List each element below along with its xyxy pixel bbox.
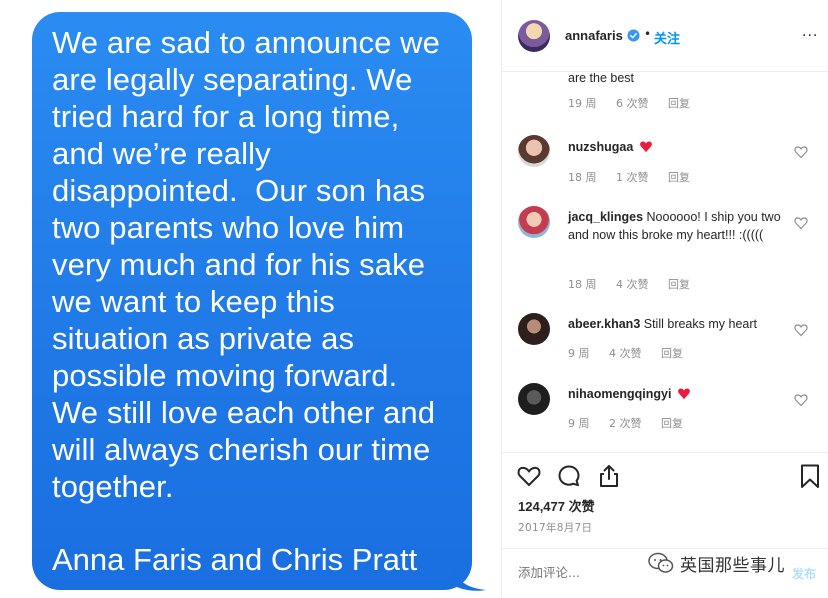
heart-emoji-icon: [678, 388, 690, 400]
reply-button[interactable]: 回复: [668, 171, 690, 184]
comment-meta: 9 周 4 次赞 回复: [568, 345, 699, 361]
avatar[interactable]: [518, 383, 550, 415]
comment-text: nihaomengqingyi: [568, 385, 783, 403]
comment-username[interactable]: nihaomengqingyi: [568, 387, 671, 401]
reply-button[interactable]: 回复: [668, 278, 690, 291]
watermark-text: 英国那些事儿: [680, 555, 785, 576]
wechat-icon: [648, 552, 674, 573]
post-date: 2017年8月7日: [518, 522, 593, 534]
bookmark-icon[interactable]: [797, 463, 823, 489]
comment-icon[interactable]: [556, 463, 582, 489]
comment-likes[interactable]: 4 次赞: [609, 347, 642, 360]
watermark: 英国那些事儿: [648, 549, 785, 577]
avatar[interactable]: [518, 135, 550, 167]
post-image: We are sad to announce we are legally se…: [0, 0, 501, 598]
comment-text: are the best: [568, 73, 635, 85]
comment-likes[interactable]: 6 次赞: [616, 97, 649, 110]
like-comment-icon[interactable]: [794, 393, 808, 407]
like-comment-icon[interactable]: [794, 145, 808, 159]
heart-outline-icon[interactable]: [516, 463, 542, 489]
post-header: annafaris • 关注 ···: [502, 0, 828, 72]
comment-likes[interactable]: 2 次赞: [609, 417, 642, 430]
comment-meta: 18 周 4 次赞 回复: [568, 276, 706, 292]
like-comment-icon[interactable]: [794, 323, 808, 337]
avatar[interactable]: [518, 20, 550, 52]
message-signature: Anna Faris and Chris Pratt: [52, 542, 418, 577]
comment-age: 18 周: [568, 278, 597, 291]
comment-meta: 18 周 1 次赞 回复: [568, 169, 706, 185]
comment-username[interactable]: nuzshugaa: [568, 140, 633, 154]
like-count[interactable]: 124,477 次赞: [518, 496, 595, 515]
comment-meta: 9 周 2 次赞 回复: [568, 415, 699, 431]
avatar[interactable]: [518, 313, 550, 345]
comments-list: are the best 19 周 6 次赞 回复 nuzshugaa 18 周…: [502, 73, 828, 451]
comment-age: 9 周: [568, 347, 590, 360]
follow-button[interactable]: 关注: [654, 28, 680, 47]
comment-age: 18 周: [568, 171, 597, 184]
comment-username[interactable]: abeer.khan3: [568, 317, 640, 331]
comment-text: nuzshugaa: [568, 138, 783, 156]
author-username[interactable]: annafaris: [565, 28, 623, 43]
comment-age: 19 周: [568, 97, 597, 110]
avatar[interactable]: [518, 206, 550, 238]
verified-badge-icon: [627, 29, 640, 42]
separator: •: [644, 27, 652, 41]
post-comment-button[interactable]: 发布: [792, 565, 816, 582]
post-sidebar: annafaris • 关注 ··· are the best 19 周 6 次…: [501, 0, 828, 598]
message-text: We are sad to announce we are legally se…: [52, 25, 440, 504]
comment-likes[interactable]: 1 次赞: [616, 171, 649, 184]
reply-button[interactable]: 回复: [661, 347, 683, 360]
action-bar: [502, 452, 828, 500]
comment-age: 9 周: [568, 417, 590, 430]
share-icon[interactable]: [596, 463, 622, 489]
comment-text: jacq_klinges Noooooo! I ship you two and…: [568, 208, 783, 244]
comment-meta: 19 周 6 次赞 回复: [568, 95, 706, 111]
heart-emoji-icon: [639, 141, 652, 153]
reply-button[interactable]: 回复: [661, 417, 683, 430]
comment-likes[interactable]: 4 次赞: [616, 278, 649, 291]
reply-button[interactable]: 回复: [668, 97, 690, 110]
comment-body: Still breaks my heart: [643, 317, 757, 331]
comment-text: abeer.khan3 Still breaks my heart: [568, 315, 783, 333]
comment-username[interactable]: jacq_klinges: [568, 210, 643, 224]
more-icon[interactable]: ···: [802, 28, 818, 44]
like-comment-icon[interactable]: [794, 216, 808, 230]
